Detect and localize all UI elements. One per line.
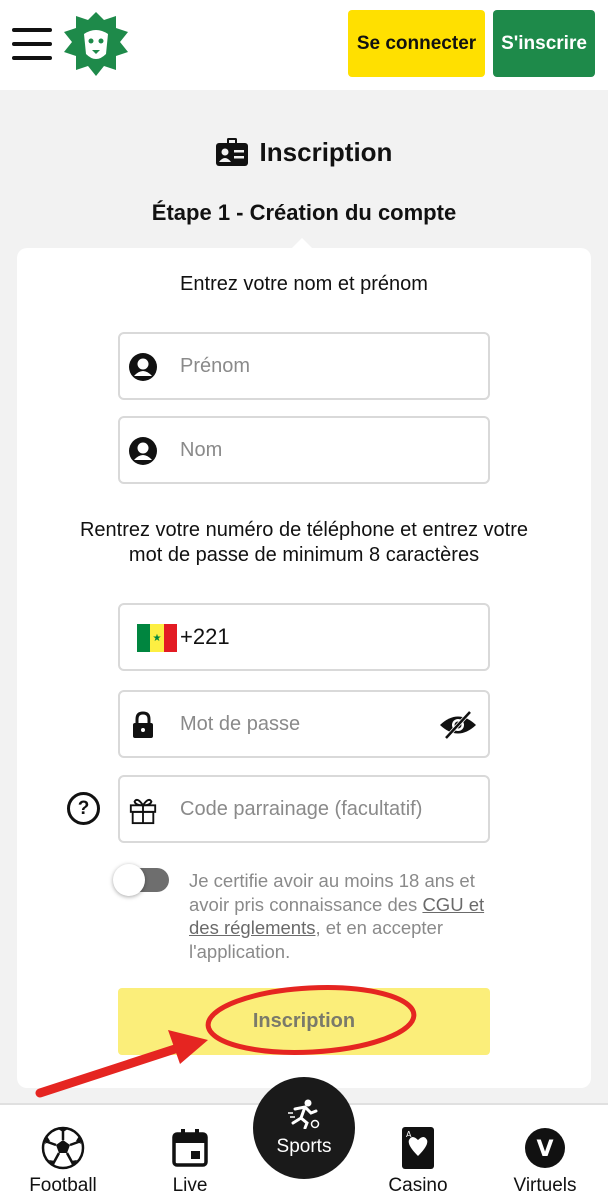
page-title: Inscription <box>0 132 608 172</box>
svg-text:A: A <box>406 1130 412 1139</box>
phone-code: +221 <box>180 624 230 649</box>
top-header: Se connecter S'inscrire <box>0 0 608 90</box>
id-card-icon <box>215 138 248 166</box>
nav-live[interactable]: Live <box>150 1105 230 1200</box>
last-name-field[interactable]: Nom <box>118 416 490 484</box>
nav-football[interactable]: Football <box>22 1105 104 1200</box>
nav-virtuels-label: Virtuels <box>513 1175 577 1196</box>
nav-virtuels[interactable]: V Virtuels <box>500 1105 590 1200</box>
first-name-field[interactable]: Prénom <box>118 332 490 400</box>
help-icon[interactable]: ? <box>67 792 100 825</box>
nav-sports-label: Sports <box>276 1135 332 1157</box>
phone-prompt-line-2: mot de passe de minimum 8 caractères <box>128 544 480 566</box>
last-name-placeholder: Nom <box>180 438 223 461</box>
senegal-flag-icon[interactable]: ★ <box>137 624 177 652</box>
submit-signup-button[interactable]: Inscription <box>118 988 490 1055</box>
phone-prompt-line-1: Rentrez votre numéro de téléphone et ent… <box>79 519 529 541</box>
hamburger-menu-icon[interactable] <box>12 26 54 62</box>
age-certify-toggle[interactable] <box>113 864 169 896</box>
calendar-icon <box>167 1125 213 1171</box>
name-prompt: Entrez votre nom et prénom <box>180 273 428 295</box>
lion-logo[interactable] <box>60 8 132 80</box>
login-button[interactable]: Se connecter <box>348 10 485 77</box>
playing-card-icon: A <box>395 1125 441 1171</box>
nav-live-label: Live <box>172 1175 208 1196</box>
v-circle-icon: V <box>522 1125 568 1171</box>
phone-field[interactable]: ★ +221 <box>118 603 490 671</box>
terms-text: Je certifie avoir au moins 18 ans et avo… <box>189 870 485 962</box>
svg-text:V: V <box>536 1137 553 1162</box>
signup-button[interactable]: S'inscrire <box>493 10 595 77</box>
user-icon <box>128 352 158 382</box>
nav-casino-label: Casino <box>388 1175 448 1196</box>
referral-code-placeholder: Code parrainage (facultatif) <box>180 797 423 820</box>
step-title: Étape 1 - Création du compte <box>151 200 457 225</box>
user-icon <box>128 436 158 466</box>
first-name-placeholder: Prénom <box>180 354 251 377</box>
nav-football-label: Football <box>29 1175 97 1196</box>
soccer-ball-icon <box>40 1125 86 1171</box>
password-placeholder: Mot de passe <box>180 712 301 735</box>
gift-icon <box>128 795 158 825</box>
page-title-text: Inscription <box>259 136 393 167</box>
referral-code-field[interactable]: Code parrainage (facultatif) <box>118 775 490 843</box>
nav-casino[interactable]: A Casino <box>378 1105 458 1200</box>
eye-slash-icon[interactable] <box>438 710 478 740</box>
nav-sports[interactable]: Sports <box>253 1077 355 1179</box>
lock-icon <box>128 710 158 740</box>
password-field[interactable]: Mot de passe <box>118 690 490 758</box>
running-player-icon <box>287 1099 321 1134</box>
